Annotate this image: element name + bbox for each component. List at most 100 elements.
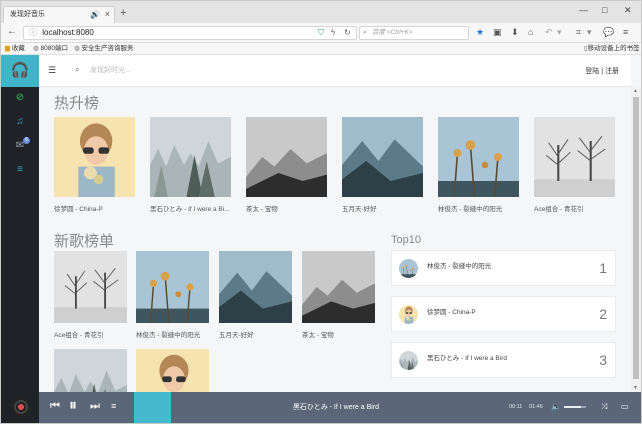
sidebar-item-music[interactable]: ♫ xyxy=(1,111,39,133)
top10-row[interactable]: 林俊杰 - 裂缝中的阳光 1 xyxy=(391,250,616,286)
album-cover-foggy-forest[interactable] xyxy=(150,117,231,197)
close-window-button[interactable]: ✕ xyxy=(624,5,632,16)
lightning-icon[interactable]: ϟ xyxy=(331,27,335,39)
page-scrollbar[interactable]: ▲ ▼ xyxy=(631,87,641,392)
volume-slider[interactable] xyxy=(564,406,586,408)
close-tab-icon[interactable]: × xyxy=(105,7,110,22)
record-disc-icon[interactable] xyxy=(1,392,39,423)
chat-icon[interactable]: 💬 xyxy=(603,27,614,38)
new-album-card[interactable]: 茶太 - 宝物 xyxy=(302,251,375,339)
list-icon: ≡ xyxy=(17,164,23,175)
pause-icon[interactable]: ⏸ xyxy=(69,397,77,415)
search-icon: ⌕ xyxy=(363,29,367,36)
album-caption[interactable]: 徐梦圆 - China-P xyxy=(54,203,135,213)
previous-icon[interactable]: ⏮ xyxy=(50,400,60,413)
scroll-up-icon[interactable]: ▲ xyxy=(633,88,638,94)
menu-toggle-icon[interactable]: ☰ xyxy=(48,65,56,76)
header-search-input[interactable]: 发现好时光... xyxy=(90,65,131,75)
crop-icon[interactable]: ⌗ xyxy=(576,27,581,38)
album-caption[interactable]: 茶太 - 宝物 xyxy=(302,329,375,339)
album-caption[interactable]: 五月天-好好 xyxy=(219,329,292,339)
maximize-button[interactable]: □ xyxy=(602,5,607,15)
scrollbar-thumb[interactable] xyxy=(633,97,639,379)
album-cover-dry-flowers[interactable] xyxy=(136,251,209,324)
sidebar-item-discover[interactable]: ⊘ xyxy=(1,87,39,109)
album-caption[interactable]: 黑石ひとみ - If I were a Bi... xyxy=(150,203,231,213)
minimize-button[interactable]: — xyxy=(579,5,588,15)
album-caption[interactable]: Ace组合 - 青花引 xyxy=(534,203,615,213)
top10-rank: 2 xyxy=(599,306,607,322)
hot-album-card[interactable]: 五月天-好好 xyxy=(342,117,423,213)
register-link[interactable]: 注册 xyxy=(605,68,619,75)
album-cover-gray-mountain[interactable] xyxy=(246,117,327,197)
clipboard-icon[interactable]: ▣ xyxy=(493,27,502,38)
top10-song-title[interactable]: 黑石ひとみ - If I were a Bird xyxy=(427,352,507,362)
auth-links: 登陆 | 注册 xyxy=(585,66,619,76)
hot-album-card[interactable]: 黑石ひとみ - If I were a Bi... xyxy=(150,117,231,213)
album-caption[interactable]: 林俊杰 - 裂缝中的阳光 xyxy=(438,203,519,213)
url-field[interactable]: ⓘ localhost:8080 ⛉ ϟ ↻ xyxy=(23,26,357,40)
top10-row[interactable]: 黑石ひとみ - If I were a Bird 3 xyxy=(391,342,616,378)
lyrics-icon[interactable]: ▭ xyxy=(621,402,629,411)
crop-dropdown-icon[interactable]: ▾ xyxy=(587,27,592,38)
album-cover-foggy-forest[interactable] xyxy=(54,349,127,392)
new-album-card[interactable]: 五月天-好好 xyxy=(219,251,292,339)
back-icon[interactable]: ← xyxy=(7,26,17,37)
album-caption[interactable]: Ace组合 - 青花引 xyxy=(54,329,127,339)
download-icon[interactable]: ⬇ xyxy=(511,27,519,38)
hot-album-card[interactable]: Ace组合 - 青花引 xyxy=(534,117,615,213)
new-album-card[interactable] xyxy=(136,349,209,392)
next-icon[interactable]: ⏭ xyxy=(90,400,100,413)
album-cover-blue-mountain[interactable] xyxy=(342,117,423,197)
search-placeholder: 百度 <Ctrl+K> xyxy=(372,29,413,36)
top10-row[interactable]: 徐梦圆 - China-P 2 xyxy=(391,296,616,332)
auth-divider: | xyxy=(601,68,604,75)
hot-album-card[interactable]: 茶太 - 宝物 xyxy=(246,117,327,213)
refresh-icon[interactable]: ↻ xyxy=(344,27,351,39)
shuffle-icon[interactable]: ⤨ xyxy=(601,402,607,412)
album-cover-gray-mountain[interactable] xyxy=(302,251,375,323)
album-cover-dry-flowers[interactable] xyxy=(438,117,519,198)
album-cover-snow-trees[interactable] xyxy=(54,251,127,323)
album-caption[interactable]: 五月天-好好 xyxy=(342,203,423,213)
browser-tab[interactable]: 发现好音乐 🔊 × xyxy=(3,6,115,23)
bookmark-safety[interactable]: ◍ 安全生产咨询服务 xyxy=(74,43,133,54)
hot-album-card[interactable]: 徐梦圆 - China-P xyxy=(54,117,135,213)
new-album-card[interactable]: Ace组合 - 青花引 xyxy=(54,251,127,339)
undo-dropdown-icon[interactable]: ▾ xyxy=(557,27,562,38)
bookmark-favorites[interactable]: ▆ 收藏 xyxy=(5,43,25,54)
menu-icon[interactable]: ≡ xyxy=(623,27,628,37)
playlist-icon[interactable]: ≡ xyxy=(111,401,116,411)
home-icon[interactable]: ⌂ xyxy=(528,27,533,37)
scroll-down-icon[interactable]: ▼ xyxy=(633,385,638,391)
speaker-icon[interactable]: 🔊 xyxy=(90,7,100,22)
app-header: ☰ ⌕ 发现好时光... 登陆 | 注册 xyxy=(39,55,631,87)
headphones-icon[interactable]: 🎧 xyxy=(1,55,39,87)
undo-icon[interactable]: ↶ xyxy=(545,27,553,38)
new-album-card[interactable] xyxy=(54,349,127,392)
top10-song-title[interactable]: 徐梦圆 - China-P xyxy=(427,306,476,316)
star-icon[interactable]: ★ xyxy=(476,27,484,38)
top10-song-title[interactable]: 林俊杰 - 裂缝中的阳光 xyxy=(427,260,491,270)
browser-window: 发现好音乐 🔊 × + — □ ✕ ← ⓘ localhost:8080 ⛉ ϟ… xyxy=(0,0,642,424)
shield-icon[interactable]: ⛉ xyxy=(318,27,324,39)
album-cover-portrait[interactable] xyxy=(136,349,209,392)
bookmark-8080[interactable]: ◍ 8080端口 xyxy=(33,43,68,54)
top10-rank: 3 xyxy=(599,352,607,368)
address-bar: ← ⓘ localhost:8080 ⛉ ϟ ↻ ⌕ 百度 <Ctrl+K> ★… xyxy=(1,23,641,43)
sidebar-item-messages[interactable]: ✉ 6 xyxy=(1,135,39,157)
sidebar: 🎧 ⊘ ♫ ✉ 6 ≡ xyxy=(1,55,39,392)
album-caption[interactable]: 林俊杰 - 裂缝中的阳光 xyxy=(136,329,209,339)
album-cover-snow-trees[interactable] xyxy=(534,117,615,197)
search-field[interactable]: ⌕ 百度 <Ctrl+K> xyxy=(359,26,469,40)
album-caption[interactable]: 茶太 - 宝物 xyxy=(246,203,327,213)
bookmark-mobile[interactable]: ▯移动设备上的书签 xyxy=(584,43,640,54)
new-album-card[interactable]: 林俊杰 - 裂缝中的阳光 xyxy=(136,251,209,339)
album-cover-blue-mountain[interactable] xyxy=(219,251,292,323)
sidebar-item-playlist[interactable]: ≡ xyxy=(1,159,39,181)
hot-album-card[interactable]: 林俊杰 - 裂缝中的阳光 xyxy=(438,117,519,213)
volume-icon[interactable]: 🔈 xyxy=(551,402,561,411)
login-link[interactable]: 登陆 xyxy=(585,68,599,75)
album-cover-portrait[interactable] xyxy=(54,117,135,197)
new-tab-button[interactable]: + xyxy=(120,6,126,20)
